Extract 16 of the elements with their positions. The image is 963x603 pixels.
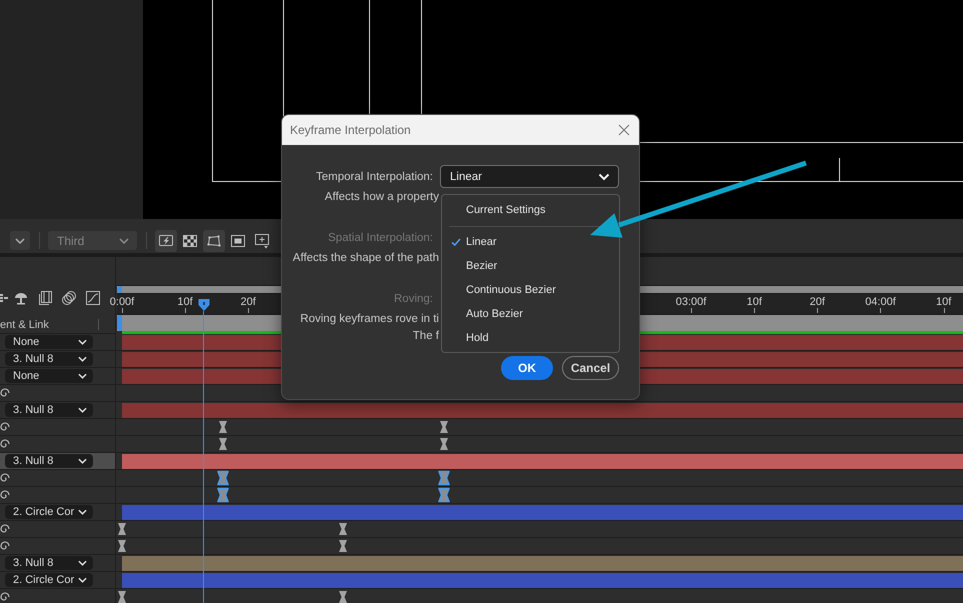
- time-label: 20f: [810, 296, 825, 309]
- time-label: 10f: [177, 296, 193, 309]
- field-label: Spatial Interpolation:: [327, 232, 433, 244]
- time-label: 20f: [240, 296, 256, 309]
- field-label: Temporal Interpolation:: [315, 170, 433, 182]
- time-label: 0:00f: [110, 296, 134, 309]
- description-text: Affects how a property: [324, 190, 439, 205]
- description-text: Affects the shape of the path: [292, 251, 439, 266]
- time-label: 10f: [746, 296, 762, 309]
- description-text: Roving keyframes rove in ti: [300, 312, 439, 327]
- time-label: 04:00f: [865, 296, 896, 309]
- dialog-title: Keyframe Interpolation: [290, 123, 411, 137]
- description-text: The f: [412, 329, 439, 344]
- field-label: Roving:: [393, 292, 433, 304]
- time-label: 10f: [936, 296, 952, 309]
- time-label: 03:00f: [676, 296, 706, 309]
